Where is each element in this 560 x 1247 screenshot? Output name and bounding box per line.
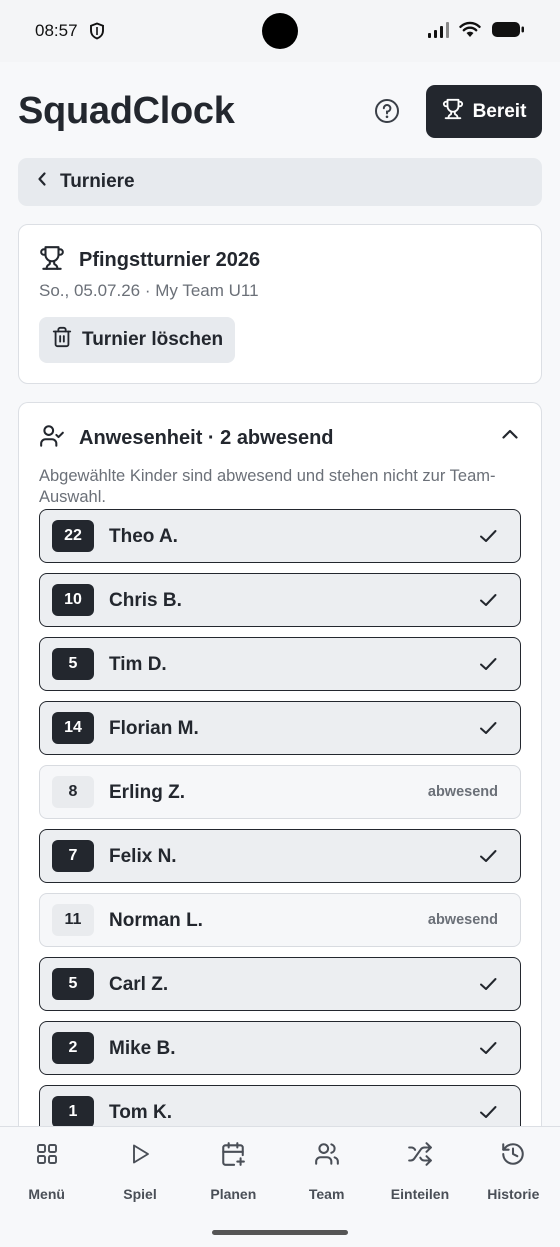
nav-label-plan: Planen [210,1186,257,1202]
tournament-title-row: Pfingstturnier 2026 [39,245,260,276]
player-row[interactable]: 7 Felix N. [39,829,521,883]
player-row[interactable]: 14 Florian M. [39,701,521,755]
nav-item-team[interactable]: Team [280,1127,373,1218]
chevron-up-icon [501,427,519,444]
attendance-description: Abgewählte Kinder sind abwesend und steh… [39,467,496,506]
player-row[interactable]: 11 Norman L. abwesend [39,893,521,947]
player-row[interactable]: 8 Erling Z. abwesend [39,765,521,819]
check-icon [478,591,498,614]
nav-label-menu: Menü [28,1186,65,1202]
nav-item-game[interactable]: Spiel [93,1127,186,1218]
nav-item-assign[interactable]: Einteilen [373,1127,466,1218]
player-name: Erling Z. [109,782,185,803]
calendar-plus-icon [220,1140,246,1168]
nav-label-team: Team [308,1186,345,1202]
camera-cutout [262,13,298,49]
player-name: Felix N. [109,846,177,867]
nav-label-game: Spiel [123,1186,157,1202]
battery-icon [491,21,525,43]
player-name: Tim D. [109,654,167,675]
back-to-tournaments[interactable]: Turniere [18,158,542,206]
wifi-icon [459,21,481,43]
ready-label: Bereit [472,100,527,122]
check-icon [478,719,498,742]
player-name: Carl Z. [109,974,169,995]
player-number-badge: 14 [52,712,94,744]
tournament-card: Pfingstturnier 2026 So., 05.07.26 · My T… [18,224,542,384]
help-circle-icon [374,98,400,129]
player-number-badge: 10 [52,584,94,616]
nav-label-history: Historie [487,1186,540,1202]
attendance-title: Anwesenheit · 2 abwesend [79,427,334,449]
user-check-icon [39,423,65,454]
player-name: Mike B. [109,1038,176,1059]
nav-item-history[interactable]: Historie [467,1127,560,1218]
player-row[interactable]: 5 Tim D. [39,637,521,691]
tournament-subtitle: So., 05.07.26 · My Team U11 [39,281,259,300]
shield-icon [89,22,105,45]
player-name: Tom K. [109,1102,172,1123]
tournament-title: Pfingstturnier 2026 [79,249,261,271]
delete-label: Turnier löschen [82,329,224,350]
delete-tournament-button[interactable]: Turnier löschen [39,317,235,363]
player-number-badge: 1 [52,1096,94,1128]
attendance-header[interactable]: Anwesenheit · 2 abwesend [39,423,334,454]
check-icon [478,527,498,550]
player-row[interactable]: 22 Theo A. [39,509,521,563]
app-title: SquadClock [18,90,235,132]
absent-label: abwesend [427,784,498,800]
absent-label: abwesend [427,912,498,928]
player-name: Florian M. [109,718,199,739]
check-icon [478,1039,498,1062]
nav-item-plan[interactable]: Planen [187,1127,280,1218]
player-number-badge: 7 [52,840,94,872]
nav-item-menu[interactable]: Menü [0,1127,93,1218]
play-icon [128,1140,152,1168]
back-label: Turniere [60,171,135,192]
player-number-badge: 11 [52,904,94,936]
player-row[interactable]: 2 Mike B. [39,1021,521,1075]
player-number-badge: 22 [52,520,94,552]
shuffle-icon [407,1140,433,1168]
gesture-area [0,1218,560,1247]
player-number-badge: 8 [52,776,94,808]
player-number-badge: 5 [52,648,94,680]
attendance-card: Anwesenheit · 2 abwesend Abgewählte Kind… [18,402,542,1142]
trophy-icon [39,245,65,276]
player-name: Norman L. [109,910,203,931]
signal-icon [427,21,449,43]
check-icon [478,975,498,998]
ready-button[interactable]: Bereit [426,85,542,138]
grid-icon [35,1140,59,1168]
collapse-attendance-button[interactable] [501,427,519,445]
player-number-badge: 2 [52,1032,94,1064]
app-header: SquadClock Bereit [0,62,560,158]
trophy-icon [442,98,464,126]
player-list: 22 Theo A. 10 Chris B. 5 Tim D. 14 Florian M. 8 E… [39,509,521,1142]
status-bar: 08:57 [0,0,560,62]
player-row[interactable]: 10 Chris B. [39,573,521,627]
nav-label-assign: Einteilen [390,1186,450,1202]
player-name: Theo A. [109,526,178,547]
history-icon [500,1140,526,1168]
users-icon [314,1140,340,1168]
chevron-left-icon [36,171,48,193]
home-gesture-bar[interactable] [212,1230,348,1235]
status-icons [427,21,525,43]
bottom-nav: Menü Spiel Planen Team Einteilen Histori… [0,1126,560,1218]
player-name: Chris B. [109,590,182,611]
check-icon [478,847,498,870]
status-time: 08:57 [35,21,78,40]
help-button[interactable] [372,98,402,128]
player-number-badge: 5 [52,968,94,1000]
check-icon [478,1103,498,1126]
trash-icon [51,326,73,354]
check-icon [478,655,498,678]
player-row[interactable]: 5 Carl Z. [39,957,521,1011]
